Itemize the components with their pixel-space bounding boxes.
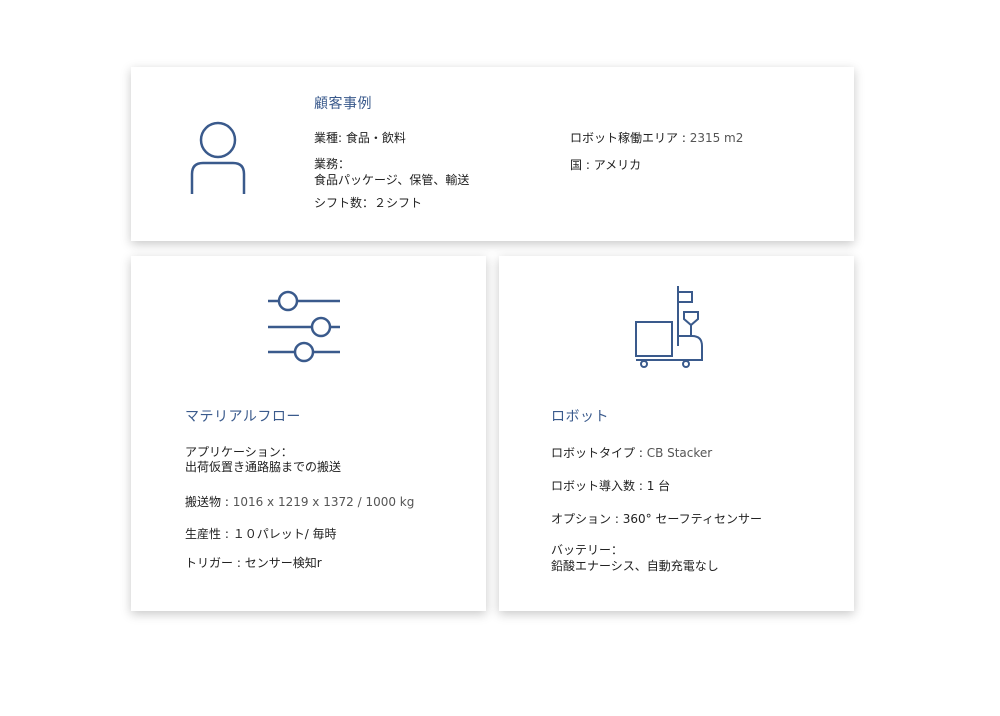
industry-label: 業種: [314,131,346,145]
option-line: オプション : 360° セーフティセンサー [551,511,762,527]
industry-line: 業種: 食品・飲料 [314,130,406,146]
customer-title: 顧客事例 [314,96,372,112]
application-value: 出荷仮置き通路脇までの搬送 [185,460,342,474]
battery-value: 鉛酸エナーシス、自動充電なし [551,559,719,573]
robot-count-value: 1 台 [646,479,671,493]
productivity-label: 生産性 : [185,527,233,541]
robot-count-line: ロボット導入数 : 1 台 [551,478,670,494]
shifts-line: シフト数：２シフト [314,195,422,211]
shifts-value: ２シフト [374,196,423,210]
option-value: 360° セーフティセンサー [622,512,762,526]
customer-card: 顧客事例 業種: 食品・飲料 業務： 食品パッケージ、保管、輸送 シフト数：２シ… [131,67,854,241]
robot-type-value: CB Stacker [646,446,713,460]
material-flow-title: マテリアルフロー [185,409,301,425]
trigger-label: トリガー : [185,556,245,570]
user-icon [190,121,246,194]
battery-label: バッテリー： [551,543,624,557]
forklift-icon [635,286,703,368]
work-label: 業務： [314,157,351,171]
country-value: アメリカ [593,158,642,172]
robot-card: ロボット ロボットタイプ : CB Stacker ロボット導入数 : 1 台 … [499,256,854,611]
robot-title: ロボット [551,409,609,425]
load-line: 搬送物 : 1016 x 1219 x 1372 / 1000 kg [185,494,414,510]
option-label: オプション : [551,512,623,526]
shifts-label: シフト数： [314,196,375,210]
load-value: 1016 x 1219 x 1372 / 1000 kg [232,495,415,509]
productivity-value: １０パレット/ 毎時 [232,527,337,541]
robot-type-line: ロボットタイプ : CB Stacker [551,445,712,461]
trigger-line: トリガー : センサー検知r [185,555,322,571]
productivity-line: 生産性 : １０パレット/ 毎時 [185,526,337,542]
country-label: 国 : [570,158,594,172]
load-label: 搬送物 : [185,495,233,509]
industry-value: 食品・飲料 [345,131,406,145]
work-value: 食品パッケージ、保管、輸送 [314,173,470,187]
area-line: ロボット稼働エリア : 2315 m2 [570,130,743,146]
country-line: 国 : アメリカ [570,157,641,173]
area-label: ロボット稼働エリア : [570,131,690,145]
robot-count-label: ロボット導入数 : [551,479,647,493]
material-flow-card: マテリアルフロー アプリケーション： 出荷仮置き通路脇までの搬送 搬送物 : 1… [131,256,486,611]
trigger-value: センサー検知r [244,556,322,570]
sliders-icon [268,290,340,363]
robot-type-label: ロボットタイプ : [551,446,647,460]
area-value: 2315 m2 [689,131,744,145]
application-label: アプリケーション： [185,445,293,459]
